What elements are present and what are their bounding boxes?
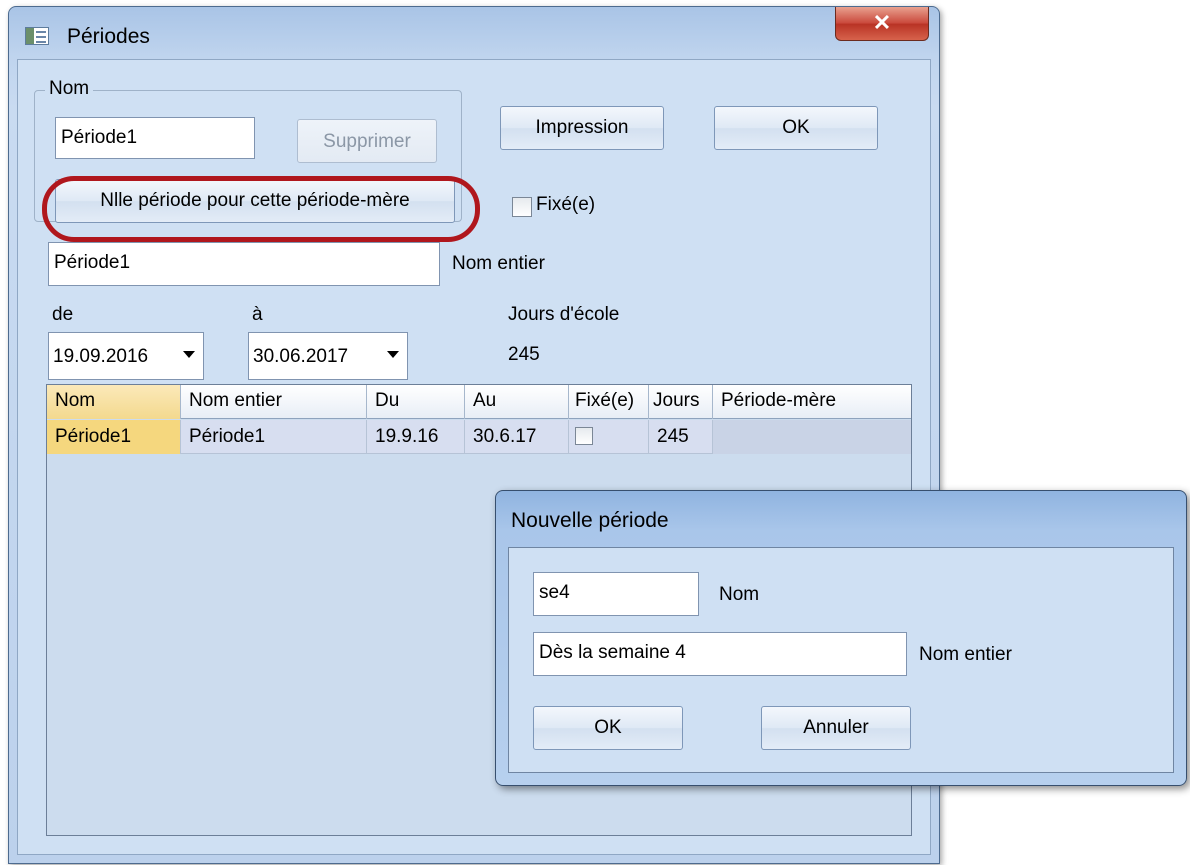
close-icon: ✕ (872, 10, 892, 35)
from-date-value: 19.09.2016 (53, 346, 149, 367)
to-date-value: 30.06.2017 (253, 346, 349, 367)
cell-jours[interactable]: 245 (649, 420, 713, 454)
new-period-dialog: Nouvelle période se4 Nom Dès la semaine … (495, 490, 1187, 786)
table-row[interactable]: Période1 Période1 19.9.16 30.6.17 245 (47, 420, 911, 454)
cell-periode-mere[interactable] (713, 420, 911, 454)
cell-du[interactable]: 19.9.16 (367, 420, 465, 454)
title-bar[interactable]: Périodes ✕ (9, 7, 939, 59)
cell-fixe[interactable] (569, 420, 649, 454)
full-name-label: Nom entier (452, 253, 545, 274)
full-name-input[interactable]: Période1 (48, 242, 440, 286)
column-header-jours[interactable]: Jours (649, 385, 713, 419)
delete-button[interactable]: Supprimer (297, 119, 437, 163)
column-header-au[interactable]: Au (465, 385, 569, 419)
dialog-ok-button[interactable]: OK (533, 706, 683, 750)
school-days-value: 245 (508, 344, 540, 365)
column-header-nom-entier[interactable]: Nom entier (181, 385, 367, 419)
fixed-label: Fixé(e) (536, 194, 596, 215)
dialog-full-name-input[interactable]: Dès la semaine 4 (533, 632, 907, 676)
ok-button[interactable]: OK (714, 106, 878, 150)
column-header-nom[interactable]: Nom (47, 385, 181, 419)
to-label: à (252, 304, 263, 325)
cell-nom[interactable]: Période1 (47, 420, 181, 454)
cell-au[interactable]: 30.6.17 (465, 420, 569, 454)
name-input[interactable]: Période1 (55, 117, 255, 159)
column-header-periode-mere[interactable]: Période-mère (713, 385, 911, 419)
dialog-cancel-button[interactable]: Annuler (761, 706, 911, 750)
highlight-annotation-ring (42, 176, 480, 242)
to-date-picker[interactable]: 30.06.2017 (248, 332, 408, 380)
row-fixed-checkbox[interactable] (575, 427, 593, 445)
print-button[interactable]: Impression (500, 106, 664, 150)
fixed-checkbox[interactable] (512, 197, 532, 217)
dialog-full-name-label: Nom entier (919, 644, 1012, 665)
grid-header: Nom Nom entier Du Au Fixé(e) Jours Pério… (47, 385, 911, 419)
close-button[interactable]: ✕ (835, 7, 929, 41)
column-header-du[interactable]: Du (367, 385, 465, 419)
school-days-label: Jours d'école (508, 304, 620, 325)
cell-nom-entier[interactable]: Période1 (181, 420, 367, 454)
dropdown-arrow-icon[interactable] (387, 351, 399, 358)
dialog-name-label: Nom (719, 584, 760, 605)
dialog-client-area: se4 Nom Dès la semaine 4 Nom entier OK A… (508, 547, 1174, 773)
app-window-icon (25, 27, 49, 45)
from-label: de (52, 304, 74, 325)
column-header-fixe[interactable]: Fixé(e) (569, 385, 649, 419)
dialog-title: Nouvelle période (511, 509, 669, 532)
from-date-picker[interactable]: 19.09.2016 (48, 332, 204, 380)
name-group-legend: Nom (45, 78, 94, 100)
window-title: Périodes (67, 25, 150, 48)
dropdown-arrow-icon[interactable] (183, 351, 195, 358)
dialog-name-input[interactable]: se4 (533, 572, 699, 616)
